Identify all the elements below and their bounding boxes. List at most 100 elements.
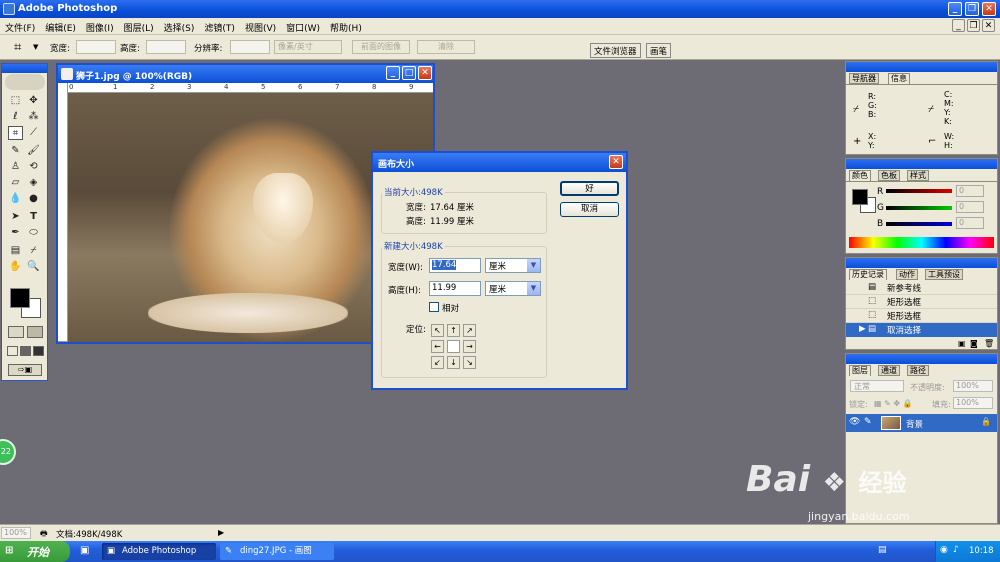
- status-menu-arrow-icon[interactable]: ▶: [218, 528, 224, 537]
- height-input[interactable]: [146, 40, 186, 54]
- restore-button[interactable]: ❐: [965, 2, 979, 16]
- anchor-bottom-right-icon[interactable]: ↘: [463, 356, 476, 369]
- shape-tool-icon[interactable]: ⬭: [26, 226, 41, 240]
- resolution-unit-select[interactable]: 像素/英寸: [274, 40, 342, 54]
- anchor-center-icon[interactable]: [447, 340, 460, 353]
- status-print-icon[interactable]: 🖶: [40, 528, 48, 542]
- doc-close-button[interactable]: ✕: [982, 19, 995, 32]
- quicklaunch-icon[interactable]: ▣: [80, 545, 89, 556]
- front-image-button[interactable]: 前面的图像: [352, 40, 410, 54]
- history-item-selected[interactable]: ▶ ▤ 取消选择: [846, 323, 997, 337]
- healing-brush-icon[interactable]: ✎: [8, 144, 23, 158]
- side-badge[interactable]: 22: [0, 439, 16, 465]
- doc-window-maximize-button[interactable]: □: [402, 66, 416, 80]
- menu-select[interactable]: 选择(S): [159, 18, 200, 34]
- green-value-input[interactable]: 0: [956, 201, 984, 213]
- brush-tool-icon[interactable]: 🖌: [26, 144, 41, 158]
- chevron-down-icon[interactable]: ▼: [33, 43, 38, 51]
- red-value-input[interactable]: 0: [956, 185, 984, 197]
- blend-mode-select[interactable]: 正常: [850, 380, 904, 392]
- eyedropper-icon[interactable]: ⌿: [26, 244, 41, 258]
- clear-button[interactable]: 清除: [417, 40, 475, 54]
- quickmask-mode-icon[interactable]: [27, 326, 43, 338]
- resolution-input[interactable]: [230, 40, 270, 54]
- path-select-icon[interactable]: ➤: [8, 210, 23, 224]
- width-input[interactable]: 17.64: [429, 258, 481, 273]
- crop-tool-icon[interactable]: ⌗: [8, 126, 23, 140]
- tab-channels[interactable]: 通道: [878, 365, 900, 376]
- doc-restore-button[interactable]: ❐: [967, 19, 980, 32]
- menu-edit[interactable]: 编辑(E): [40, 18, 81, 34]
- doc-window-minimize-button[interactable]: _: [386, 66, 400, 80]
- foreground-color-swatch[interactable]: [852, 189, 868, 205]
- minimize-button[interactable]: _: [948, 2, 962, 16]
- anchor-bottom-left-icon[interactable]: ↙: [431, 356, 444, 369]
- cancel-button[interactable]: 取消: [560, 202, 619, 217]
- tab-color[interactable]: 颜色: [849, 170, 871, 181]
- slice-tool-icon[interactable]: ⟋: [26, 126, 41, 140]
- anchor-top-left-icon[interactable]: ↖: [431, 324, 444, 337]
- eraser-tool-icon[interactable]: ▱: [8, 176, 23, 190]
- network-icon[interactable]: ◉: [940, 545, 948, 555]
- history-item[interactable]: ▤ 新参考线: [846, 281, 997, 295]
- hand-tool-icon[interactable]: ✋: [8, 260, 23, 274]
- red-slider[interactable]: [886, 189, 952, 193]
- relative-checkbox[interactable]: [429, 302, 439, 312]
- screen-mode-full-icon[interactable]: [33, 346, 44, 356]
- blue-slider[interactable]: [886, 222, 952, 226]
- menu-image[interactable]: 图像(I): [81, 18, 119, 34]
- menu-window[interactable]: 窗口(W): [281, 18, 325, 34]
- dialog-close-button[interactable]: ✕: [609, 155, 623, 169]
- close-button[interactable]: ✕: [982, 2, 996, 16]
- doc-minimize-button[interactable]: _: [952, 19, 965, 32]
- fill-input[interactable]: 100%: [953, 397, 993, 409]
- height-unit-select[interactable]: 厘米 ▼: [485, 281, 541, 296]
- history-brush-icon[interactable]: ⟲: [26, 160, 41, 174]
- tab-styles[interactable]: 样式: [907, 170, 929, 181]
- tray-expand-icon[interactable]: ▤: [878, 545, 887, 555]
- screen-mode-full-menu-icon[interactable]: [20, 346, 31, 356]
- new-document-icon[interactable]: ▣: [958, 339, 966, 348]
- anchor-right-icon[interactable]: →: [463, 340, 476, 353]
- history-item[interactable]: ⬚ 矩形选框: [846, 295, 997, 309]
- volume-icon[interactable]: ♪: [953, 545, 959, 555]
- dodge-tool-icon[interactable]: ●: [26, 192, 41, 206]
- anchor-bottom-icon[interactable]: ↓: [447, 356, 460, 369]
- tab-layers[interactable]: 图层: [849, 365, 871, 376]
- eye-icon[interactable]: 👁: [849, 417, 860, 427]
- tab-actions[interactable]: 动作: [896, 269, 918, 280]
- foreground-color-front[interactable]: [10, 288, 30, 308]
- imageready-jump-icon[interactable]: ⇨▣: [8, 364, 42, 376]
- start-button[interactable]: ⊞ 开始: [0, 541, 70, 562]
- menu-help[interactable]: 帮助(H): [325, 18, 367, 34]
- ok-button[interactable]: 好: [560, 181, 619, 196]
- menu-layer[interactable]: 图层(L): [119, 18, 159, 34]
- trash-icon[interactable]: 🗑: [984, 339, 994, 348]
- pen-tool-icon[interactable]: ✒: [8, 226, 23, 240]
- doc-window-close-button[interactable]: ✕: [418, 66, 432, 80]
- anchor-left-icon[interactable]: ←: [431, 340, 444, 353]
- tab-file-browser[interactable]: 文件浏览器: [590, 43, 641, 58]
- zoom-input[interactable]: 100%: [1, 527, 31, 539]
- adobe-online-icon[interactable]: [5, 74, 45, 90]
- tab-brushes[interactable]: 画笔: [646, 43, 672, 58]
- tab-paths[interactable]: 路径: [907, 365, 929, 376]
- notes-tool-icon[interactable]: ▤: [8, 244, 23, 258]
- horizontal-ruler[interactable]: 0 1 2 3 4 5 6 7 8 9: [68, 83, 433, 93]
- width-unit-select[interactable]: 厘米 ▼: [485, 258, 541, 273]
- layer-row-background[interactable]: 👁 ✎ 背景 🔒: [846, 414, 997, 432]
- task-paint[interactable]: ✎ ding27.JPG - 画图: [220, 543, 334, 560]
- blur-tool-icon[interactable]: 💧: [8, 192, 23, 206]
- paint-bucket-icon[interactable]: ◈: [26, 176, 41, 190]
- magic-wand-icon[interactable]: ⁂: [26, 110, 41, 124]
- tab-history[interactable]: 历史记录: [849, 269, 887, 280]
- type-tool-icon[interactable]: T: [26, 210, 41, 224]
- vertical-ruler[interactable]: [58, 83, 68, 342]
- clock[interactable]: 10:18: [969, 546, 994, 556]
- opacity-input[interactable]: 100%: [953, 380, 993, 392]
- crop-icon[interactable]: ⌗: [14, 40, 21, 55]
- screen-mode-standard-icon[interactable]: [7, 346, 18, 356]
- tab-tool-presets[interactable]: 工具预设: [925, 269, 963, 280]
- menu-filter[interactable]: 滤镜(T): [199, 18, 240, 34]
- menu-file[interactable]: 文件(F): [0, 18, 40, 34]
